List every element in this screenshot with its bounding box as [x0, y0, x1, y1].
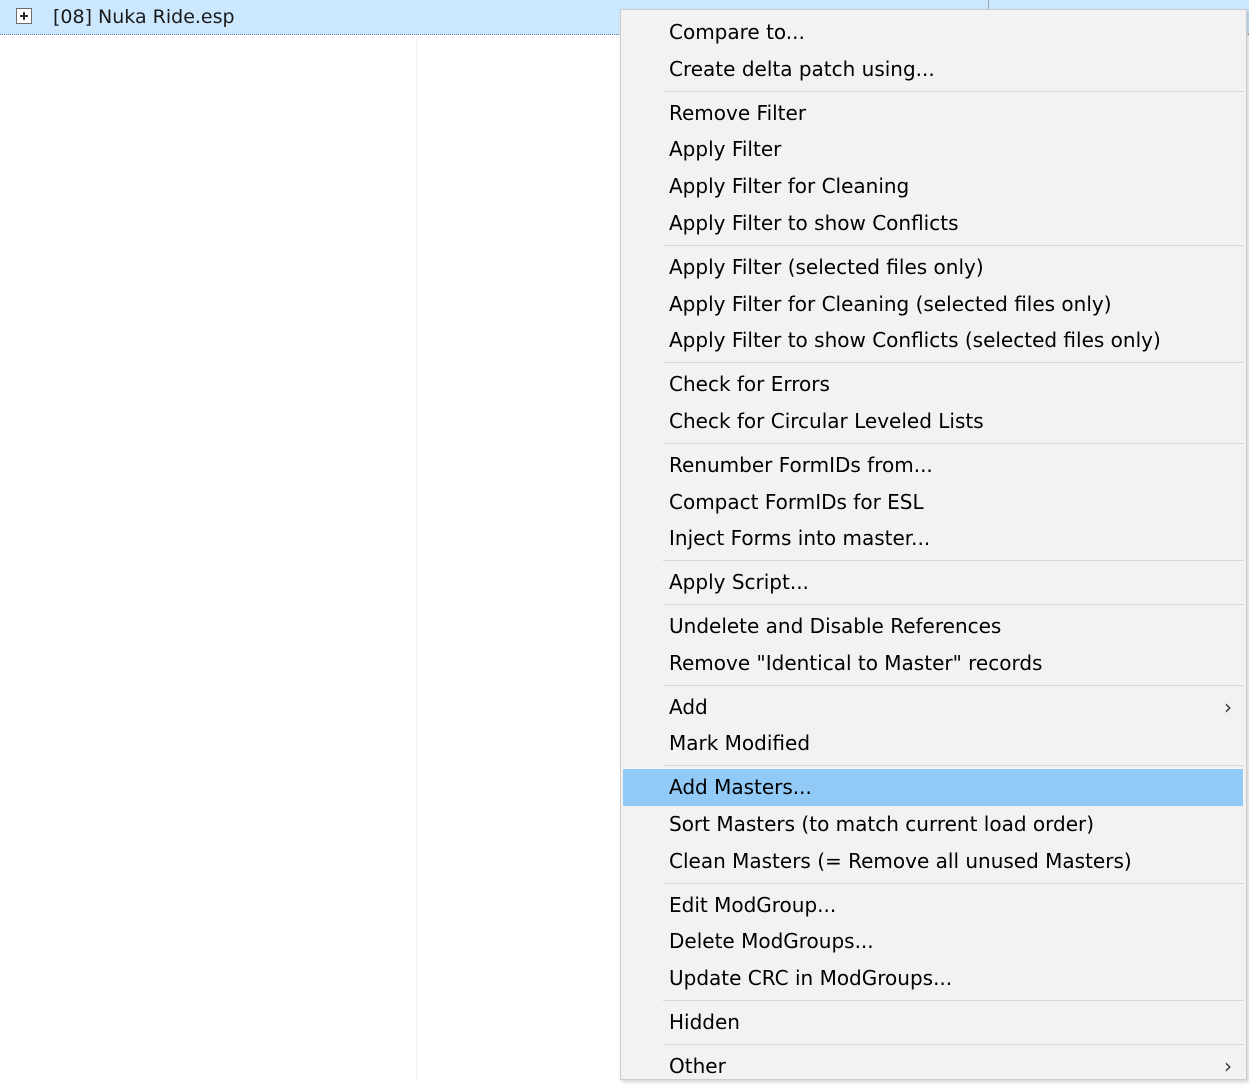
menu-separator: [663, 90, 1244, 92]
menu-item-renumber-formids-from[interactable]: Renumber FormIDs from...: [621, 447, 1246, 484]
menu-item-create-delta-patch-using[interactable]: Create delta patch using...: [621, 51, 1246, 88]
menu-item-label: Check for Errors: [669, 372, 830, 397]
menu-separator: [663, 765, 1244, 767]
chevron-right-icon: ›: [1224, 1053, 1232, 1078]
menu-item-compact-formids-for-esl[interactable]: Compact FormIDs for ESL: [621, 484, 1246, 521]
menu-item-label: Delete ModGroups...: [669, 929, 874, 954]
menu-item-label: Inject Forms into master...: [669, 526, 931, 551]
menu-item-apply-filter-to-show-conflicts[interactable]: Apply Filter to show Conflicts: [621, 205, 1246, 242]
chevron-right-icon: ›: [1224, 694, 1232, 719]
menu-item-label: Remove Filter: [669, 100, 807, 125]
menu-item-apply-filter-selected-files-only[interactable]: Apply Filter (selected files only): [621, 249, 1246, 286]
menu-item-inject-forms-into-master[interactable]: Inject Forms into master...: [621, 520, 1246, 557]
menu-item-label: Other: [669, 1053, 726, 1078]
menu-item-label: Renumber FormIDs from...: [669, 452, 933, 477]
context-menu: Compare to... Create delta patch using...…: [620, 9, 1247, 1080]
menu-item-label: Apply Filter for Cleaning (selected file…: [669, 291, 1112, 316]
menu-item-label: Hidden: [669, 1009, 740, 1034]
menu-item-apply-filter-for-cleaning[interactable]: Apply Filter for Cleaning: [621, 168, 1246, 205]
menu-item-apply-script[interactable]: Apply Script...: [621, 564, 1246, 601]
menu-separator: [663, 362, 1244, 364]
menu-item-apply-filter-to-show-conflicts-selected-files-only[interactable]: Apply Filter to show Conflicts (selected…: [621, 322, 1246, 359]
menu-separator: [663, 1043, 1244, 1045]
menu-item-label: Check for Circular Leveled Lists: [669, 408, 984, 433]
menu-separator: [663, 882, 1244, 884]
menu-item-label: Add: [669, 694, 708, 719]
menu-item-add-masters[interactable]: Add Masters...: [623, 769, 1243, 806]
menu-item-update-crc-in-modgroups[interactable]: Update CRC in ModGroups...: [621, 960, 1246, 997]
menu-separator: [663, 684, 1244, 686]
menu-item-label: Compact FormIDs for ESL: [669, 489, 924, 514]
menu-item-label: Compare to...: [669, 20, 805, 44]
menu-item-label: Create delta patch using...: [669, 56, 935, 81]
menu-item-check-for-circular-leveled-lists[interactable]: Check for Circular Leveled Lists: [621, 403, 1246, 440]
menu-item-label: Apply Filter: [669, 137, 782, 162]
menu-item-label: Apply Filter for Cleaning: [669, 174, 910, 199]
menu-item-apply-filter-for-cleaning-selected-files-only[interactable]: Apply Filter for Cleaning (selected file…: [621, 286, 1246, 323]
menu-item-label: Update CRC in ModGroups...: [669, 966, 953, 991]
menu-separator: [663, 244, 1244, 246]
menu-item-other[interactable]: Other ›: [621, 1048, 1246, 1085]
menu-item-label: Apply Script...: [669, 570, 809, 595]
menu-separator: [663, 603, 1244, 605]
menu-separator: [663, 442, 1244, 444]
menu-item-check-for-errors[interactable]: Check for Errors: [621, 366, 1246, 403]
menu-item-label: Apply Filter (selected files only): [669, 254, 984, 279]
menu-item-label: Apply Filter to show Conflicts: [669, 210, 959, 235]
tree-row-label: [08] Nuka Ride.esp: [53, 6, 235, 28]
context-menu-list: Compare to... Create delta patch using...…: [621, 14, 1246, 1085]
menu-item-label: Add Masters...: [669, 775, 812, 800]
menu-item-label: Apply Filter to show Conflicts (selected…: [669, 328, 1161, 353]
menu-item-label: Clean Masters (= Remove all unused Maste…: [669, 848, 1132, 873]
menu-item-sort-masters-to-match-current-load-order[interactable]: Sort Masters (to match current load orde…: [621, 806, 1246, 843]
menu-separator: [663, 560, 1244, 562]
menu-separator: [663, 999, 1244, 1001]
menu-item-apply-filter[interactable]: Apply Filter: [621, 131, 1246, 168]
menu-item-label: Edit ModGroup...: [669, 892, 837, 917]
menu-item-remove-identical-to-master-records[interactable]: Remove "Identical to Master" records: [621, 645, 1246, 682]
menu-item-label: Undelete and Disable References: [669, 613, 1002, 638]
plus-box-icon[interactable]: [16, 8, 32, 24]
menu-item-label: Mark Modified: [669, 731, 811, 756]
column-divider: [416, 36, 417, 1080]
menu-item-hidden[interactable]: Hidden: [621, 1004, 1246, 1041]
menu-item-clean-masters-remove-all-unused-masters[interactable]: Clean Masters (= Remove all unused Maste…: [621, 843, 1246, 880]
menu-item-remove-filter[interactable]: Remove Filter: [621, 95, 1246, 132]
menu-item-compare-to[interactable]: Compare to...: [621, 14, 1246, 51]
menu-item-edit-modgroup[interactable]: Edit ModGroup...: [621, 887, 1246, 924]
menu-item-mark-modified[interactable]: Mark Modified: [621, 725, 1246, 762]
menu-item-delete-modgroups[interactable]: Delete ModGroups...: [621, 923, 1246, 960]
menu-item-label: Remove "Identical to Master" records: [669, 650, 1043, 675]
menu-item-undelete-and-disable-references[interactable]: Undelete and Disable References: [621, 608, 1246, 645]
menu-item-add[interactable]: Add ›: [621, 689, 1246, 726]
menu-item-label: Sort Masters (to match current load orde…: [669, 811, 1095, 836]
